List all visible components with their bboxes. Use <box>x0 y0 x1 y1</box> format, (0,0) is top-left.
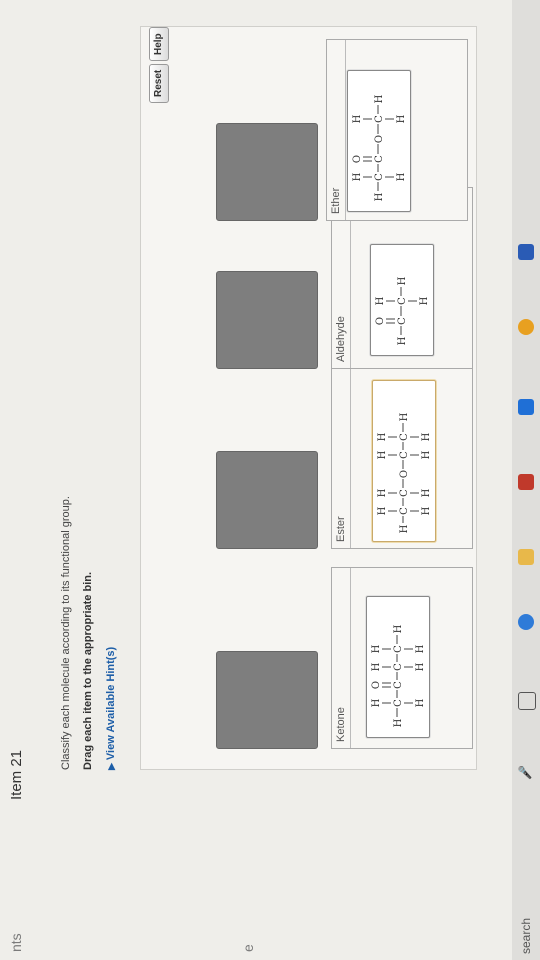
svg-text:H: H <box>421 488 432 497</box>
structural-formula: O H H C C H H <box>375 276 430 345</box>
svg-text:H: H <box>399 524 410 533</box>
svg-text:C: C <box>399 433 410 441</box>
view-hints-label: View Available Hint(s) <box>105 646 117 761</box>
bin-divider <box>350 568 351 748</box>
svg-text:H: H <box>393 624 404 633</box>
nav-assignments-label[interactable]: nts <box>8 933 24 952</box>
svg-text:C: C <box>393 681 404 689</box>
view-hints-link[interactable]: ▶ View Available Hint(s) <box>105 647 117 770</box>
nav-e-label[interactable]: e <box>240 944 256 952</box>
microphone-icon[interactable]: 🎤 <box>518 764 534 780</box>
task-view-icon[interactable] <box>518 692 536 710</box>
molecule-card[interactable]: O H H C C H H <box>370 244 434 356</box>
svg-text:C: C <box>393 699 404 707</box>
instruction-drag-text: Drag each item to the appropriate bin. <box>82 571 94 770</box>
svg-text:H: H <box>415 662 426 671</box>
structural-formula: HHHH HCCOCCH HHHH <box>377 412 432 533</box>
svg-text:H: H <box>377 450 388 459</box>
store-icon[interactable] <box>518 474 534 490</box>
structural-formula: H O H H C C O C H H H <box>352 94 407 201</box>
bin-label: Aldehyde <box>335 316 347 362</box>
reset-button[interactable]: Reset <box>149 63 169 103</box>
bin-divider <box>350 368 351 548</box>
svg-text:H: H <box>377 488 388 497</box>
svg-text:H: H <box>415 698 426 707</box>
svg-text:H: H <box>393 718 404 727</box>
draggable-item-tile[interactable] <box>216 123 318 221</box>
svg-text:O: O <box>375 317 386 325</box>
draggable-item-tile[interactable] <box>216 651 318 749</box>
bin-label: Ketone <box>335 707 347 742</box>
svg-text:O: O <box>374 135 385 143</box>
svg-text:H: H <box>419 296 430 305</box>
svg-text:H: H <box>371 662 382 671</box>
svg-text:H: H <box>352 172 363 181</box>
bin-divider <box>345 40 346 220</box>
bin-ether[interactable]: Ether I HOH HCCOCH HH <box>326 39 468 221</box>
svg-text:H: H <box>374 192 385 201</box>
chrome-icon[interactable] <box>518 319 534 335</box>
svg-text:H: H <box>371 644 382 653</box>
bin-ketone[interactable]: Ketone HOHH HCCCCH HHH <box>331 567 473 749</box>
instruction-text: Classify each molecule according to its … <box>60 496 72 770</box>
svg-text:H: H <box>415 644 426 653</box>
svg-text:H: H <box>421 432 432 441</box>
svg-text:O: O <box>352 155 363 163</box>
bin-ester[interactable]: Ester HHHH HCCOCCH HHHH <box>331 367 473 549</box>
svg-text:C: C <box>393 663 404 671</box>
svg-text:C: C <box>374 173 385 181</box>
draggable-item-tile[interactable] <box>216 271 318 369</box>
svg-text:H: H <box>397 276 408 285</box>
draggable-item-tile[interactable] <box>216 451 318 549</box>
help-button[interactable]: Help <box>149 27 169 61</box>
svg-text:H: H <box>374 94 385 103</box>
svg-text:C: C <box>393 645 404 653</box>
svg-text:O: O <box>399 470 410 478</box>
svg-text:C: C <box>397 317 408 325</box>
svg-text:H: H <box>375 296 386 305</box>
svg-text:H: H <box>396 172 407 181</box>
molecule-card[interactable]: HOHH HCCCCH HHH <box>366 596 430 738</box>
svg-text:H: H <box>421 450 432 459</box>
svg-text:C: C <box>374 115 385 123</box>
os-taskbar: search 🎤 <box>512 0 540 960</box>
bin-label: Ester <box>335 516 347 542</box>
svg-text:H: H <box>396 114 407 123</box>
page-title: Item 21 <box>8 749 25 800</box>
svg-text:C: C <box>399 489 410 497</box>
file-explorer-icon[interactable] <box>518 549 534 565</box>
svg-text:C: C <box>399 451 410 459</box>
svg-text:H: H <box>399 412 410 421</box>
sorting-panel: Reset Help Ketone HOHH HCCCCH HHH Ester … <box>140 26 477 770</box>
app-icon[interactable] <box>518 399 534 415</box>
svg-text:H: H <box>421 506 432 515</box>
edge-browser-icon[interactable] <box>518 614 534 630</box>
bin-label: Ether <box>330 187 342 214</box>
word-icon[interactable] <box>518 244 534 260</box>
svg-text:H: H <box>371 698 382 707</box>
svg-text:O: O <box>371 681 382 689</box>
molecule-card[interactable]: H O H H C C O C H H H <box>347 70 411 212</box>
svg-text:C: C <box>397 297 408 305</box>
browser-content: nts urces e Item 21 Classify each molecu… <box>0 0 540 960</box>
svg-text:H: H <box>397 336 408 345</box>
svg-text:H: H <box>352 114 363 123</box>
svg-text:H: H <box>377 506 388 515</box>
molecule-card[interactable]: HHHH HCCOCCH HHHH <box>372 380 436 542</box>
svg-text:H: H <box>377 432 388 441</box>
expand-triangle-icon: ▶ <box>106 763 116 770</box>
svg-text:C: C <box>374 155 385 163</box>
taskbar-search-label[interactable]: search <box>519 918 533 954</box>
structural-formula: HOHH HCCCCH HHH <box>371 624 426 727</box>
svg-text:C: C <box>399 507 410 515</box>
